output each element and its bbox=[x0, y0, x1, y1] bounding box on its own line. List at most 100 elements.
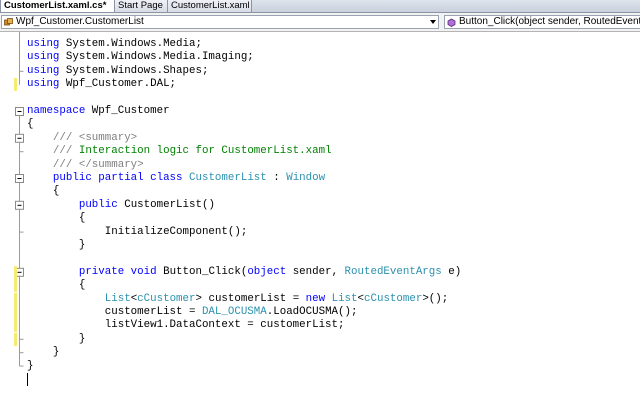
code-line[interactable]: using System.Windows.Media.Imaging; bbox=[0, 51, 640, 64]
code-text: /// Interaction logic for CustomerList.x… bbox=[27, 145, 332, 158]
code-token: <summary> bbox=[78, 131, 138, 144]
code-line[interactable]: public partial class CustomerList : Wind… bbox=[0, 172, 640, 185]
code-text: List<cCustomer> customerList = new List<… bbox=[27, 293, 448, 306]
code-token: using bbox=[27, 51, 60, 64]
code-token: namespace bbox=[27, 105, 86, 117]
code-text: { bbox=[27, 279, 86, 292]
navigation-bar: Wpf_Customer.CustomerList Button_Click(o… bbox=[0, 13, 640, 32]
code-token: } bbox=[27, 359, 34, 372]
code-line[interactable]: } bbox=[0, 346, 640, 359]
code-text: } bbox=[27, 239, 86, 252]
member-selector-dropdown[interactable]: Button_Click(object sender, RoutedEventA bbox=[444, 15, 640, 29]
class-selector-dropdown[interactable]: Wpf_Customer.CustomerList bbox=[1, 15, 439, 29]
code-token: public bbox=[78, 198, 118, 211]
code-token: /// bbox=[52, 131, 79, 144]
code-token: DAL_OCUSMA bbox=[201, 306, 267, 318]
code-token: new bbox=[305, 292, 326, 305]
code-line[interactable]: { bbox=[0, 279, 640, 293]
code-text: /// <summary> bbox=[27, 132, 137, 145]
code-token: { bbox=[27, 212, 86, 225]
code-line[interactable]: using Wpf_Customer.DAL; bbox=[0, 78, 640, 92]
code-editor[interactable]: using System.Windows.Media; using System.… bbox=[0, 32, 640, 405]
code-token: System.Windows.Media; bbox=[59, 38, 202, 50]
code-text: } bbox=[27, 360, 33, 373]
code-text: public partial class CustomerList : Wind… bbox=[27, 172, 325, 185]
code-token: Wpf_Customer bbox=[85, 105, 170, 117]
code-text: { bbox=[27, 118, 33, 131]
code-token: public partial class bbox=[52, 172, 183, 184]
code-line[interactable] bbox=[0, 252, 640, 265]
code-token: .LoadOCUSMA(); bbox=[266, 306, 358, 318]
code-text: namespace Wpf_Customer bbox=[27, 105, 170, 118]
code-line[interactable]: /// </summary> bbox=[0, 159, 640, 172]
code-token: CustomerList bbox=[189, 172, 267, 184]
code-token: : bbox=[266, 172, 287, 184]
code-text: using Wpf_Customer.DAL; bbox=[27, 78, 176, 91]
code-token: Wpf_Customer.DAL; bbox=[59, 78, 177, 91]
changed-line-marker bbox=[14, 265, 17, 279]
code-token: Window bbox=[286, 172, 326, 184]
code-line[interactable]: List<cCustomer> customerList = new List<… bbox=[0, 292, 640, 306]
changed-line-marker bbox=[14, 319, 17, 333]
code-token: private void bbox=[78, 265, 157, 278]
code-token: } bbox=[27, 239, 86, 251]
code-token: sender, bbox=[286, 265, 345, 278]
changed-line-marker bbox=[14, 306, 17, 319]
chevron-down-icon[interactable] bbox=[428, 16, 438, 28]
code-token: /// bbox=[52, 145, 73, 158]
code-text: customerList = DAL_OCUSMA.LoadOCUSMA(); bbox=[27, 306, 358, 319]
code-line[interactable]: customerList = DAL_OCUSMA.LoadOCUSMA(); bbox=[0, 306, 640, 319]
code-token: customerList = bbox=[27, 306, 202, 318]
code-line[interactable]: using System.Windows.Shapes; bbox=[0, 65, 640, 78]
code-token: > customerList = bbox=[195, 292, 306, 305]
changed-line-marker bbox=[14, 279, 17, 293]
code-line[interactable]: /// <summary> bbox=[0, 132, 640, 145]
code-token: CustomerList() bbox=[117, 198, 215, 211]
code-line[interactable]: { bbox=[0, 185, 640, 198]
code-line[interactable] bbox=[0, 92, 640, 105]
tab-customerlist-xaml-cs[interactable]: CustomerList.xaml.cs* bbox=[0, 0, 115, 12]
class-icon bbox=[4, 18, 13, 26]
code-token: object bbox=[247, 265, 287, 278]
tab-start-page[interactable]: Start Page bbox=[115, 0, 168, 12]
code-line[interactable]: using System.Windows.Media; bbox=[0, 38, 640, 51]
changed-line-marker bbox=[14, 292, 17, 306]
code-token: { bbox=[27, 279, 86, 292]
tab-customerlist-xaml[interactable]: CustomerList.xaml bbox=[168, 0, 252, 12]
code-token: Interaction logic for CustomerList.xaml bbox=[72, 145, 332, 158]
code-token: using bbox=[27, 78, 60, 91]
code-token: } bbox=[27, 346, 60, 359]
code-text: } bbox=[27, 333, 86, 346]
code-line[interactable]: private void Button_Click(object sender,… bbox=[0, 265, 640, 279]
code-line[interactable]: InitializeComponent(); bbox=[0, 226, 640, 239]
code-text: using System.Windows.Media.Imaging; bbox=[27, 51, 254, 64]
code-line[interactable]: namespace Wpf_Customer bbox=[0, 105, 640, 118]
code-line[interactable]: listView1.DataContext = customerList; bbox=[0, 319, 640, 333]
class-selector-text: Wpf_Customer.CustomerList bbox=[16, 16, 144, 27]
code-line[interactable]: } bbox=[0, 360, 640, 373]
code-text: using System.Windows.Shapes; bbox=[27, 65, 208, 78]
code-line[interactable]: { bbox=[0, 118, 640, 131]
code-token: { bbox=[27, 118, 34, 131]
code-line[interactable]: } bbox=[0, 239, 640, 252]
code-text: listView1.DataContext = customerList; bbox=[27, 319, 345, 332]
code-token: cCustomer bbox=[137, 292, 196, 305]
code-token: </summary> bbox=[78, 158, 144, 171]
member-selector-text: Button_Click(object sender, RoutedEventA bbox=[459, 16, 640, 27]
code-line[interactable]: /// Interaction logic for CustomerList.x… bbox=[0, 145, 640, 158]
code-token: listView1.DataContext = customerList; bbox=[27, 319, 345, 332]
changed-line-marker bbox=[14, 332, 17, 346]
code-text: InitializeComponent(); bbox=[27, 226, 248, 239]
code-token: { bbox=[27, 185, 60, 198]
code-line[interactable]: public CustomerList() bbox=[0, 199, 640, 212]
code-line[interactable]: } bbox=[0, 332, 640, 346]
code-token: List bbox=[104, 292, 131, 305]
code-token: System.Windows.Shapes; bbox=[59, 64, 209, 77]
code-line[interactable]: { bbox=[0, 212, 640, 225]
code-token: System.Windows.Media.Imaging; bbox=[59, 51, 254, 64]
code-token: e) bbox=[441, 265, 462, 278]
code-token: using bbox=[27, 38, 60, 50]
